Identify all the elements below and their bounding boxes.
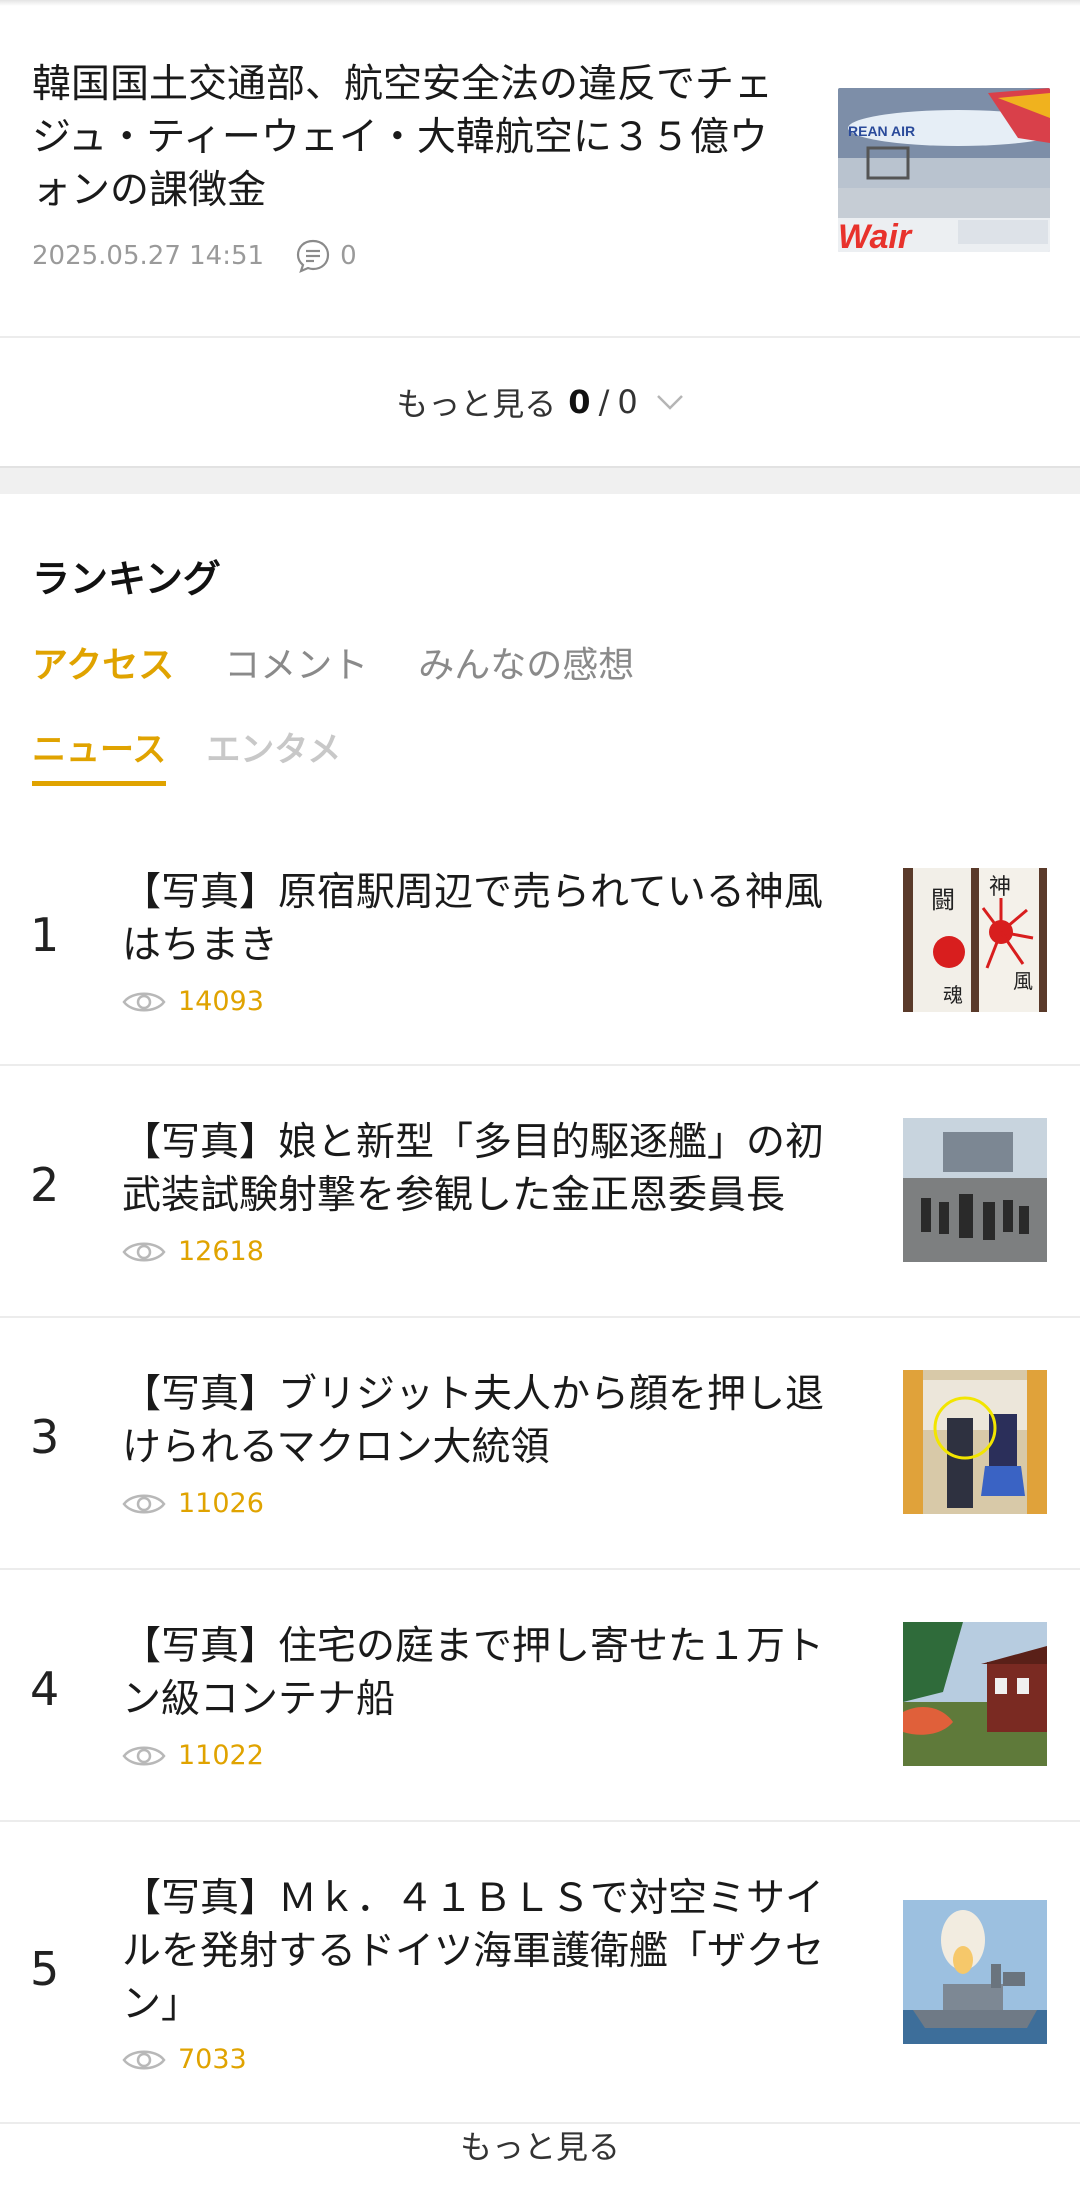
tab-access[interactable]: アクセス bbox=[32, 636, 174, 688]
ranking-thumbnail[interactable] bbox=[903, 1622, 1047, 1766]
eye-icon bbox=[122, 1746, 166, 1765]
view-count-value: 12618 bbox=[178, 1236, 264, 1267]
ranking-item-title[interactable]: 【写真】原宿駅周辺で売られている神風はちまき bbox=[122, 866, 844, 972]
ranking-thumbnail[interactable] bbox=[903, 1370, 1047, 1514]
ranking-subtabs: ニュース エンタメ bbox=[32, 722, 381, 786]
article-item[interactable]: 韓国国土交通部、航空安全法の違反でチェジュ・ティーウェイ・大韓航空に３５億ウォン… bbox=[0, 0, 1080, 338]
rank-number: 1 bbox=[30, 908, 60, 962]
ranking-item-title[interactable]: 【写真】Ｍｋ．４１ＢＬＳで対空ミサイルを発射するドイツ海軍護衛艦「ザクセン」 bbox=[122, 1872, 844, 2031]
article-title[interactable]: 韓国国土交通部、航空安全法の違反でチェジュ・ティーウェイ・大韓航空に３５億ウォン… bbox=[32, 58, 802, 217]
eye-icon bbox=[122, 1242, 166, 1261]
more-total-count: 0 bbox=[617, 383, 638, 421]
section-divider bbox=[0, 466, 1080, 494]
ranking-item-title[interactable]: 【写真】娘と新型「多目的駆逐艦」の初武装試験射撃を参観した金正恩委員長 bbox=[122, 1116, 844, 1222]
ranking-item-title[interactable]: 【写真】住宅の庭まで押し寄せた１万トン級コンテナ船 bbox=[122, 1620, 844, 1726]
rank-number: 2 bbox=[30, 1158, 60, 1212]
svg-text:風: 風 bbox=[1013, 969, 1033, 993]
ranking-thumbnail[interactable]: 闘 神 風 魂 bbox=[903, 868, 1047, 1012]
more-separator: / bbox=[598, 383, 610, 421]
view-count: 11022 bbox=[122, 1740, 264, 1771]
article-timestamp: 2025.05.27 14:51 bbox=[32, 241, 265, 271]
view-count: 14093 bbox=[122, 986, 264, 1017]
comment-icon bbox=[296, 239, 330, 273]
ranking-thumbnail[interactable] bbox=[903, 1118, 1047, 1262]
ranking-item[interactable]: 2 【写真】娘と新型「多目的駆逐艦」の初武装試験射撃を参観した金正恩委員長 12… bbox=[0, 1066, 1080, 1318]
rank-number: 3 bbox=[30, 1410, 60, 1464]
view-count-value: 14093 bbox=[178, 986, 264, 1017]
tab-impressions[interactable]: みんなの感想 bbox=[418, 636, 634, 688]
view-count: 11026 bbox=[122, 1488, 264, 1519]
view-count-value: 7033 bbox=[178, 2044, 247, 2075]
ranking-thumbnail[interactable] bbox=[903, 1900, 1047, 2044]
view-count: 7033 bbox=[122, 2044, 247, 2075]
svg-text:魂: 魂 bbox=[943, 983, 963, 1007]
svg-text:神: 神 bbox=[989, 875, 1011, 900]
comment-count: 0 bbox=[340, 241, 357, 271]
ranking-item[interactable]: 3 【写真】ブリジット夫人から顔を押し退けられるマクロン大統領 11026 bbox=[0, 1318, 1080, 1570]
ranking-heading: ランキング bbox=[32, 557, 221, 601]
subtab-news[interactable]: ニュース bbox=[32, 722, 167, 786]
ranking-tabs: アクセス コメント みんなの感想 bbox=[32, 636, 684, 688]
rank-number: 4 bbox=[30, 1662, 60, 1716]
subtab-entertainment[interactable]: エンタメ bbox=[206, 722, 341, 786]
ranking-item[interactable]: 4 【写真】住宅の庭まで押し寄せた１万トン級コンテナ船 11022 bbox=[0, 1570, 1080, 1822]
article-thumbnail[interactable]: REAN AIR Wair bbox=[838, 88, 1050, 252]
more-current-count: 0 bbox=[568, 383, 591, 421]
eye-icon bbox=[122, 2050, 166, 2069]
view-count-value: 11022 bbox=[178, 1740, 264, 1771]
article-meta: 2025.05.27 14:51 0 bbox=[32, 238, 357, 274]
tab-comment[interactable]: コメント bbox=[224, 636, 368, 688]
view-count: 12618 bbox=[122, 1236, 264, 1267]
ranking-item-title[interactable]: 【写真】ブリジット夫人から顔を押し退けられるマクロン大統領 bbox=[122, 1368, 844, 1474]
svg-text:REAN AIR: REAN AIR bbox=[848, 123, 915, 139]
eye-icon bbox=[122, 1494, 166, 1513]
svg-text:闘: 闘 bbox=[931, 886, 955, 914]
ranking-item[interactable]: 1 【写真】原宿駅周辺で売られている神風はちまき 14093 闘 神 風 魂 bbox=[0, 816, 1080, 1066]
svg-text:Wair: Wair bbox=[838, 218, 913, 252]
rank-number: 5 bbox=[30, 1942, 60, 1996]
chevron-down-icon bbox=[656, 395, 683, 410]
view-count-value: 11026 bbox=[178, 1488, 264, 1519]
more-label: もっと見る bbox=[396, 385, 557, 423]
eye-icon bbox=[122, 992, 166, 1011]
ranking-item[interactable]: 5 【写真】Ｍｋ．４１ＢＬＳで対空ミサイルを発射するドイツ海軍護衛艦「ザクセン」… bbox=[0, 1822, 1080, 2124]
ranking-more-button[interactable]: もっと見る bbox=[0, 2122, 1080, 2168]
more-button[interactable]: もっと見る 0 / 0 bbox=[0, 338, 1080, 466]
